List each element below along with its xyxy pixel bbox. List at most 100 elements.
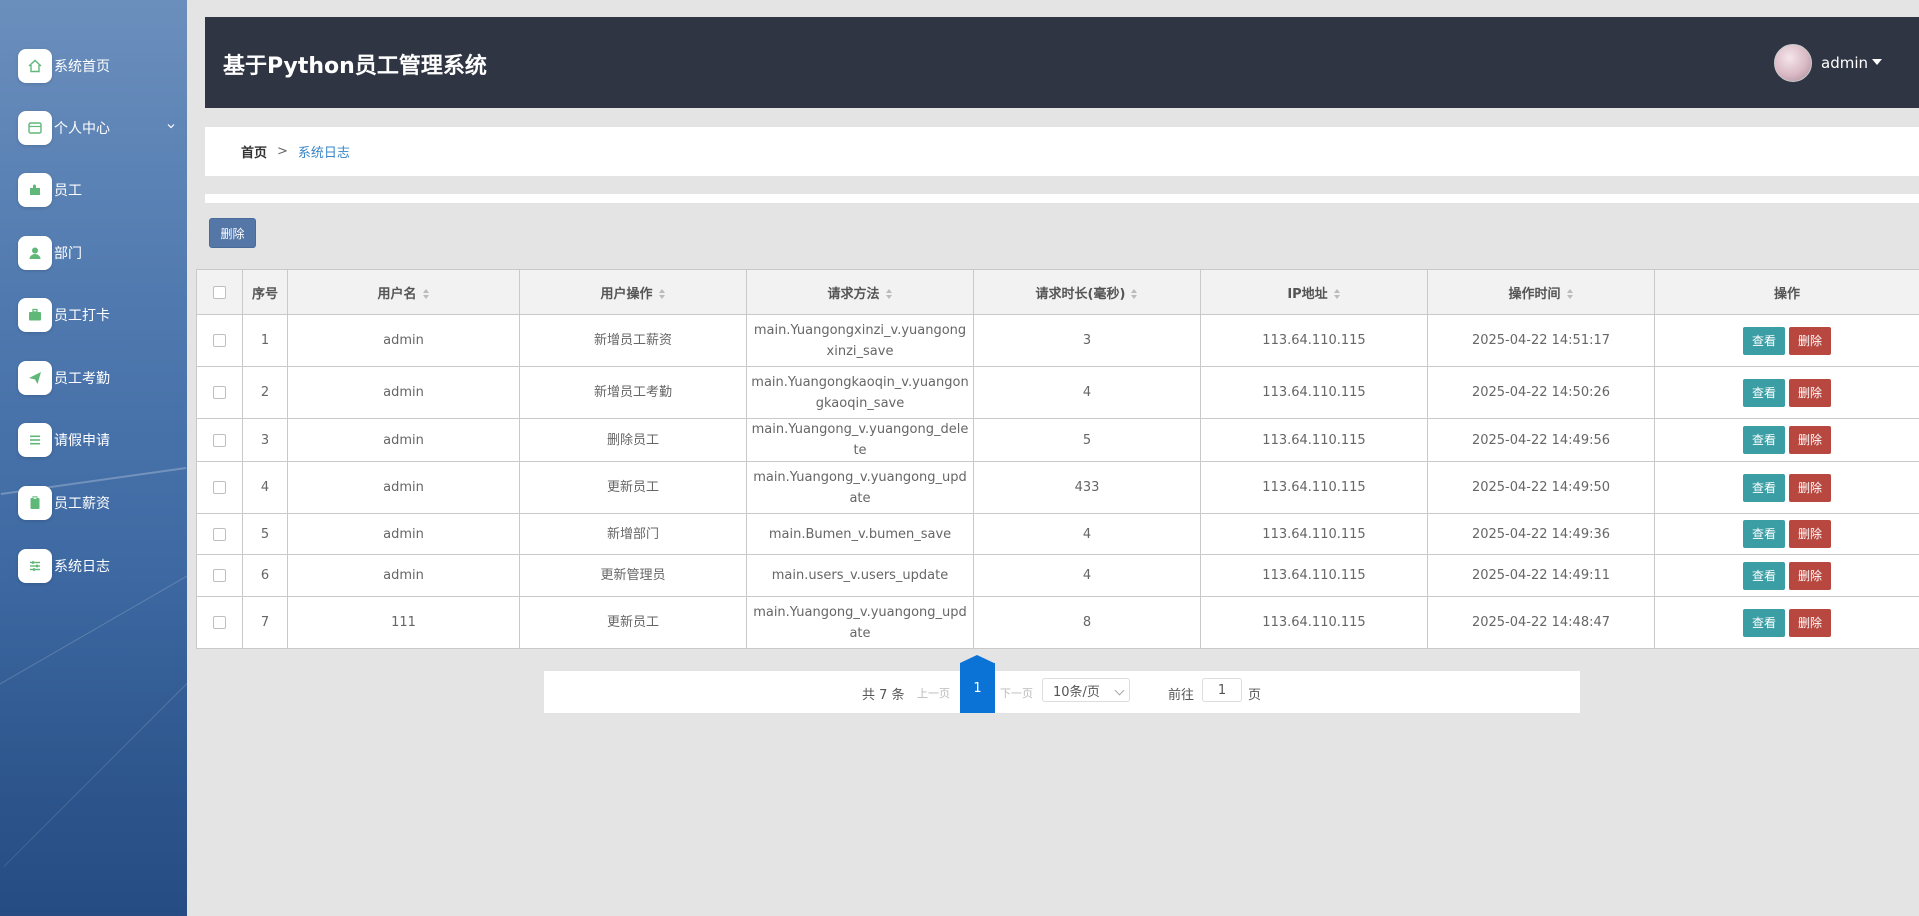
sort-icon[interactable] — [422, 289, 430, 299]
sort-icon[interactable] — [658, 289, 666, 299]
column-header-operation[interactable]: 用户操作 — [519, 269, 747, 315]
column-header-username[interactable]: 用户名 — [287, 269, 520, 315]
column-header-ip[interactable]: IP地址 — [1200, 269, 1428, 315]
breadcrumb-separator: > — [277, 144, 288, 159]
page-number-button[interactable]: 1 — [960, 655, 995, 713]
row-select-cell — [196, 513, 243, 555]
sidebar-item-label: 部门 — [54, 246, 82, 262]
batch-delete-button[interactable]: 删除 — [209, 218, 256, 248]
row-select-cell — [196, 596, 243, 649]
username-label[interactable]: admin — [1821, 54, 1868, 72]
prev-page-button[interactable]: 上一页 — [917, 685, 950, 701]
select-all-cell — [196, 269, 243, 315]
username-cell: admin — [287, 418, 520, 462]
sidebar-item-label: 员工考勤 — [54, 371, 110, 387]
sort-icon[interactable] — [1131, 289, 1138, 299]
delete-button[interactable]: 删除 — [1789, 426, 1831, 454]
delete-button[interactable]: 删除 — [1789, 473, 1831, 502]
sort-icon[interactable] — [1333, 289, 1341, 299]
sidebar: 系统首页 个人中心 员工 部门 员工打卡 员工考勤 请假申请 员工薪资 系统日志 — [0, 0, 187, 916]
method-cell: main.Yuangongkaoqin_v.yuangongkaoqin_sav… — [746, 366, 974, 419]
row-checkbox[interactable] — [213, 334, 226, 347]
goto-label: 前往 — [1168, 688, 1195, 703]
row-checkbox[interactable] — [213, 433, 226, 447]
delete-button[interactable]: 删除 — [1789, 561, 1831, 590]
delete-button[interactable]: 删除 — [1789, 608, 1831, 637]
delete-button[interactable]: 删除 — [1789, 378, 1831, 407]
view-button[interactable]: 查看 — [1743, 326, 1785, 355]
duration-cell: 4 — [973, 366, 1201, 419]
view-button[interactable]: 查看 — [1743, 426, 1785, 454]
row-checkbox[interactable] — [213, 616, 226, 629]
sidebar-item-label: 系统日志 — [54, 559, 110, 575]
row-checkbox[interactable] — [213, 569, 226, 582]
delete-button[interactable]: 删除 — [1789, 326, 1831, 355]
ip-cell: 113.64.110.115 — [1200, 461, 1428, 514]
view-button[interactable]: 查看 — [1743, 520, 1785, 548]
username-cell: 111 — [287, 596, 520, 649]
row-checkbox[interactable] — [213, 527, 226, 541]
sidebar-item-home[interactable]: 系统首页 — [18, 48, 183, 84]
id-card-icon — [18, 111, 52, 145]
time-cell: 2025-04-22 14:49:11 — [1427, 554, 1655, 597]
delete-button[interactable]: 删除 — [1789, 520, 1831, 548]
time-cell: 2025-04-22 14:51:17 — [1427, 314, 1655, 367]
index-cell: 4 — [242, 461, 288, 514]
column-header-label: IP地址 — [1287, 286, 1328, 302]
view-button[interactable]: 查看 — [1743, 608, 1785, 637]
page-size-select[interactable]: 10条/页 — [1042, 678, 1130, 702]
sort-icon[interactable] — [885, 289, 893, 299]
actions-cell: 查看 删除 — [1654, 418, 1919, 462]
ip-cell: 113.64.110.115 — [1200, 513, 1428, 555]
sidebar-item-system-log[interactable]: 系统日志 — [18, 548, 183, 584]
select-all-checkbox[interactable] — [213, 285, 226, 299]
username-cell: admin — [287, 366, 520, 419]
view-button[interactable]: 查看 — [1743, 473, 1785, 502]
operation-cell: 新增员工考勤 — [519, 366, 747, 419]
sidebar-item-department[interactable]: 部门 — [18, 235, 183, 271]
sidebar-item-leave[interactable]: 请假申请 — [18, 422, 183, 458]
table-row: 4 admin 更新员工 main.Yuangong_v.yuangong_up… — [196, 461, 1919, 514]
sidebar-item-profile[interactable]: 个人中心 — [18, 110, 183, 146]
caret-down-icon[interactable] — [1872, 59, 1882, 65]
operation-cell: 新增员工薪资 — [519, 314, 747, 367]
home-icon — [18, 49, 52, 83]
username-cell: admin — [287, 314, 520, 367]
puzzle-icon — [18, 173, 52, 207]
sidebar-item-label: 员工打卡 — [54, 308, 110, 324]
briefcase-icon — [18, 298, 52, 332]
view-button[interactable]: 查看 — [1743, 378, 1785, 407]
ip-cell: 113.64.110.115 — [1200, 554, 1428, 597]
view-button[interactable]: 查看 — [1743, 561, 1785, 590]
ip-cell: 113.64.110.115 — [1200, 366, 1428, 419]
column-header-label: 操作 — [1773, 286, 1800, 302]
next-page-button[interactable]: 下一页 — [1000, 685, 1033, 701]
ip-cell: 113.64.110.115 — [1200, 418, 1428, 462]
avatar[interactable] — [1774, 44, 1812, 82]
sort-icon[interactable] — [1566, 289, 1574, 299]
sidebar-item-employee[interactable]: 员工 — [18, 172, 183, 208]
sidebar-item-salary[interactable]: 员工薪资 — [18, 485, 183, 521]
duration-cell: 3 — [973, 314, 1201, 367]
actions-cell: 查看 删除 — [1654, 596, 1919, 649]
list-icon — [18, 423, 52, 457]
goto-page-input[interactable] — [1202, 678, 1242, 702]
sidebar-item-attendance[interactable]: 员工考勤 — [18, 360, 183, 396]
paper-plane-icon — [18, 361, 52, 395]
table-row: 5 admin 新增部门 main.Bumen_v.bumen_save 4 1… — [196, 513, 1919, 555]
actions-cell: 查看 删除 — [1654, 513, 1919, 555]
column-header-duration[interactable]: 请求时长(毫秒) — [973, 269, 1201, 315]
sidebar-item-clock-in[interactable]: 员工打卡 — [18, 297, 183, 333]
duration-cell: 5 — [973, 418, 1201, 462]
row-checkbox[interactable] — [213, 386, 226, 399]
column-header-method[interactable]: 请求方法 — [746, 269, 974, 315]
column-header-label: 序号 — [251, 286, 278, 302]
system-log-table: 序号 用户名 用户操作 请求方法 请求时长(毫秒) IP地址 操作时间 操作 1… — [196, 269, 1919, 649]
breadcrumb-home[interactable]: 首页 — [241, 142, 267, 161]
app-title: 基于Python员工管理系统 — [223, 54, 487, 79]
row-checkbox[interactable] — [213, 481, 226, 494]
column-header-label: 操作时间 — [1508, 286, 1561, 302]
operation-cell: 删除员工 — [519, 418, 747, 462]
column-header-time[interactable]: 操作时间 — [1427, 269, 1655, 315]
top-header: 基于Python员工管理系统 admin — [205, 17, 1919, 108]
